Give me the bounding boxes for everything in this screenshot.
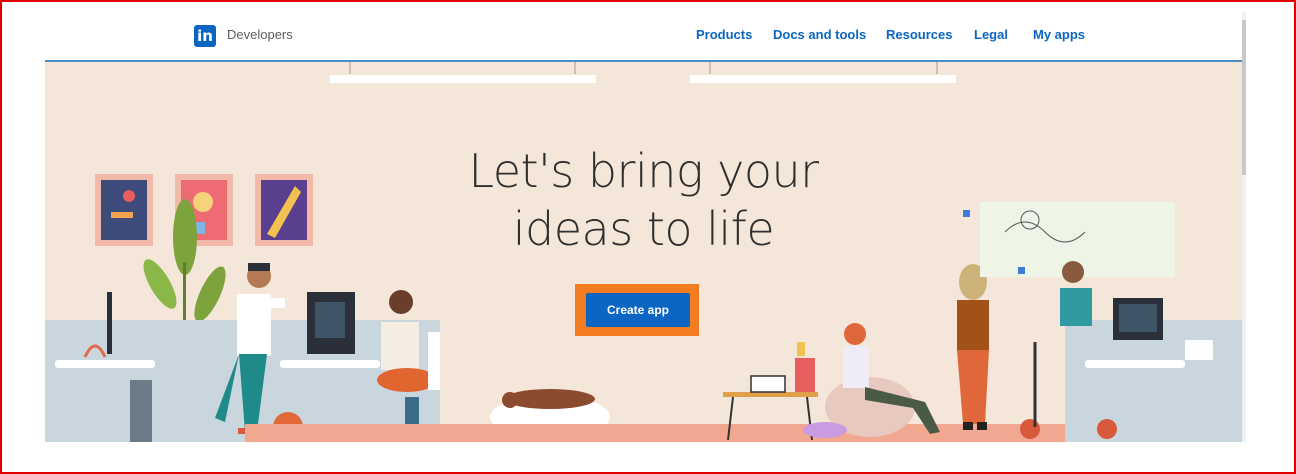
scrollbar-thumb[interactable] — [1242, 20, 1246, 175]
top-nav-bar: in Developers Products Docs and tools Re… — [45, 12, 1242, 62]
right-workstation — [1020, 261, 1242, 442]
create-app-button[interactable]: Create app — [586, 293, 690, 327]
hero-headline-line-2: ideas to life — [512, 202, 775, 256]
nav-legal[interactable]: Legal — [974, 27, 1008, 42]
nav-products[interactable]: Products — [696, 27, 752, 42]
nav-docs-and-tools[interactable]: Docs and tools — [773, 27, 866, 42]
woman-at-whiteboard — [957, 264, 989, 430]
nav-resources[interactable]: Resources — [886, 27, 952, 42]
hero-headline-line-1: Let's bring your — [468, 144, 819, 198]
ceiling-lights — [330, 62, 956, 83]
lounging-woman — [803, 323, 940, 438]
hero-section: Let's bring your ideas to life Create ap… — [45, 62, 1242, 442]
floor-rug — [245, 424, 1195, 442]
nav-my-apps[interactable]: My apps — [1033, 27, 1085, 42]
brand-label[interactable]: Developers — [227, 27, 293, 42]
linkedin-logo[interactable]: in — [194, 25, 216, 47]
